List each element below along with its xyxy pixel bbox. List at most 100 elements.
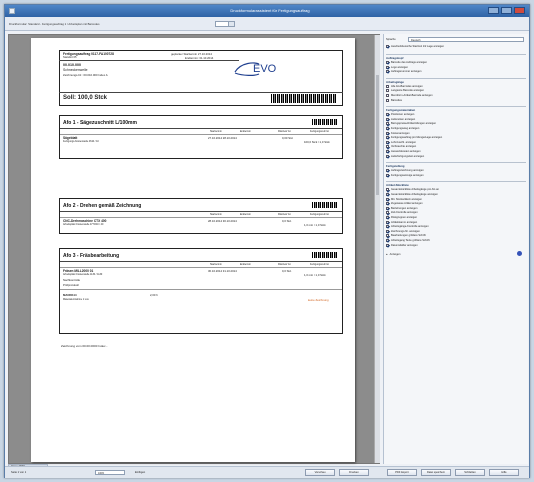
checkbox[interactable]: [386, 229, 389, 233]
checkbox[interactable]: [386, 94, 389, 97]
option-row[interactable]: Langtexte Barcode anzeigen: [386, 89, 424, 93]
operation-2: Afo 2 - Drehen gemäß Zeichnung Startterm…: [59, 198, 343, 234]
close-button[interactable]: [514, 7, 525, 14]
option-row[interactable]: Menüform-Artikel-Barcode anzeigen: [386, 94, 433, 97]
option-row[interactable]: Lieferanten anzeigen: [386, 117, 415, 121]
option-row[interactable]: Lohnzuschl. anzeigen: [386, 140, 416, 144]
option-label: Barcodes: [391, 98, 402, 102]
option-row[interactable]: Barcodes: [386, 98, 402, 102]
col-header: Starttermin: [210, 213, 222, 216]
option-row[interactable]: Bezugspreise/Artikel-Mengen anzeigen: [386, 122, 436, 126]
checkbox[interactable]: [386, 150, 389, 153]
checkbox[interactable]: [386, 113, 389, 117]
option-row[interactable]: Beziehungen anzeigen: [386, 206, 417, 210]
checkbox[interactable]: [386, 234, 389, 238]
show-link[interactable]: ● Anzeigen: [386, 253, 400, 256]
print-button[interactable]: Drucken: [339, 469, 369, 476]
option-row[interactable]: Rüstgruppen anzeigen: [386, 216, 417, 219]
checkbox[interactable]: [386, 127, 389, 130]
checkbox[interactable]: [386, 70, 389, 74]
checkbox[interactable]: [386, 243, 389, 247]
maximize-button[interactable]: [501, 7, 512, 14]
group-separator: [386, 54, 526, 55]
operation-2-dates: 28.10.2014 30.10.2014: [208, 219, 237, 223]
option-row[interactable]: Fertigungsanzeige anzeigen: [386, 173, 424, 177]
checkbox[interactable]: [386, 136, 389, 140]
option-row[interactable]: Auftragsnummer anzeigen: [386, 70, 421, 74]
info-icon[interactable]: [517, 251, 522, 257]
checkbox[interactable]: [386, 89, 389, 93]
checkbox[interactable]: [386, 202, 389, 206]
operation-3-barcode: [312, 252, 338, 258]
checkbox[interactable]: [386, 216, 389, 219]
option-row[interactable]: Barcode des Auftrags anzeigen: [386, 61, 427, 64]
checkbox[interactable]: [386, 169, 389, 173]
option-row[interactable]: Fertigungsauftrag pro Menge/Lage anzeige…: [386, 136, 442, 140]
checkbox[interactable]: [386, 145, 389, 149]
option-label: Bearbeitungen größere Schrift: [391, 234, 426, 238]
checkbox[interactable]: [386, 211, 389, 215]
close-dialog-button[interactable]: Schließen: [455, 469, 485, 476]
save-file-button[interactable]: Datei speichern: [421, 469, 451, 476]
option-row[interactable]: Mit. Stückartikeln anzeigen: [386, 197, 422, 201]
checkbox[interactable]: [386, 84, 389, 88]
option-row[interactable]: Zugewiese Artikel anzeigen: [386, 202, 423, 206]
col-header: Rüstzeit/ Ist: [278, 213, 291, 216]
option-row[interactable]: Auftragszeichnung anzeigen: [386, 169, 424, 173]
operation-2-qty: 1,0 min / 1,0 Stck: [304, 223, 326, 227]
scrollbar-thumb[interactable]: [376, 75, 379, 195]
minimize-button[interactable]: [488, 7, 499, 14]
option-row[interactable]: Auswertskosten anzeigen: [386, 150, 421, 153]
form-selector-dropdown[interactable]: [215, 21, 235, 27]
checkbox[interactable]: [386, 220, 389, 224]
checkbox[interactable]: [386, 239, 389, 242]
option-row[interactable]: Positionen anzeigen: [386, 113, 414, 117]
option-row[interactable]: Kostenanzeigen: [386, 131, 410, 135]
checkbox[interactable]: [386, 117, 389, 121]
language-select[interactable]: Deutsch: [408, 37, 524, 42]
option-row[interactable]: Datumsfelder anzeigen: [386, 243, 418, 247]
checkbox[interactable]: [386, 131, 389, 135]
option-row[interactable]: Ausdruckbereiche Startzeit 1/2 Lage anze…: [386, 45, 444, 48]
option-label: Barcode des Auftrags anzeigen: [391, 61, 428, 64]
chevron-down-icon[interactable]: [228, 22, 234, 26]
option-row[interactable]: Zeichnungs-Nr. anzeigen: [386, 229, 420, 233]
checkbox[interactable]: [386, 140, 389, 144]
checkbox[interactable]: [386, 225, 389, 229]
checkbox[interactable]: [386, 45, 389, 48]
option-label: Verbrauchte anzeigen: [391, 145, 417, 149]
option-row[interactable]: Artikelstamm anzeigen: [386, 220, 417, 224]
checkbox[interactable]: [386, 197, 389, 201]
option-row[interactable]: Verbrauchte anzeigen: [386, 145, 417, 149]
option-row[interactable]: Alle AG-Barcodes anzeigen: [386, 84, 423, 88]
checkbox[interactable]: [386, 173, 389, 177]
preview-button[interactable]: Vorschau: [305, 469, 335, 476]
help-button[interactable]: Hilfe: [489, 469, 519, 476]
checkbox[interactable]: [386, 188, 389, 192]
zoom-input[interactable]: 100%: [95, 470, 125, 475]
option-row[interactable]: Gesamtstückliste Arbeitsgänge anzeigen: [386, 193, 438, 196]
option-row[interactable]: Lieferfertigungszeit anzeigen: [386, 154, 424, 158]
checkbox[interactable]: [386, 98, 389, 102]
checkbox[interactable]: [386, 206, 389, 210]
option-row[interactable]: Zeit-Kontrolle anzeigen: [386, 211, 418, 215]
option-label: Zeichnungs-Nr. anzeigen: [391, 229, 420, 233]
option-group-title: Auftragskopf: [386, 56, 404, 60]
pdf-export-button[interactable]: PDF Export: [387, 469, 417, 476]
checkbox[interactable]: [386, 154, 389, 158]
option-row[interactable]: Bearbeitungen größere Schrift: [386, 234, 426, 238]
option-row[interactable]: Logo anzeigen: [386, 65, 408, 69]
preview-scrollbar[interactable]: [374, 35, 380, 463]
warning-text: keine Zeichnung: [308, 298, 329, 302]
operation-3-title: Afo 3 - Fräsbearbeitung: [63, 253, 120, 259]
option-row[interactable]: Gesamtstückliste Arbeitsgänge pro AG an: [386, 188, 439, 192]
option-row[interactable]: Arbeitsgänge-Kontrolle anzeigen: [386, 225, 429, 229]
option-row[interactable]: Fertigungsweg anzeigen: [386, 127, 419, 130]
checkbox[interactable]: [386, 122, 389, 126]
option-row[interactable]: Arbeitsgang Texte größere Schrift: [386, 239, 430, 242]
checkbox[interactable]: [386, 61, 389, 64]
checkbox[interactable]: [386, 65, 389, 69]
operation-3-time: 0,0 Std.: [282, 269, 292, 273]
checkbox[interactable]: [386, 193, 389, 196]
app-icon: [9, 8, 15, 14]
